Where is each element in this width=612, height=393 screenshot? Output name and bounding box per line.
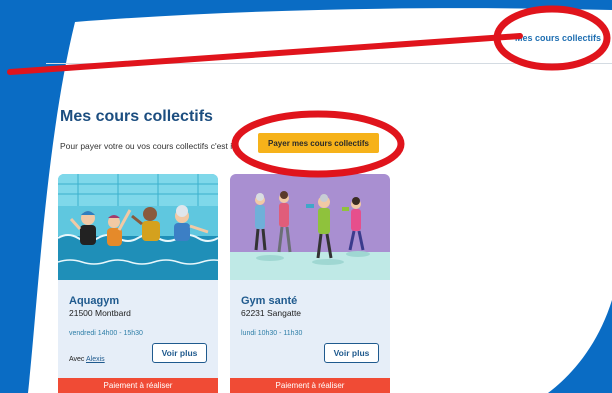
payment-status-bar: Paiement à réaliser — [230, 378, 390, 393]
coach-prefix: Avec — [69, 356, 85, 363]
course-schedule: lundi 10h30 - 11h30 — [241, 330, 303, 337]
aquagym-illustration — [58, 174, 218, 280]
page-title: Mes cours collectifs — [60, 108, 213, 125]
course-title: Gym santé — [241, 295, 298, 307]
nav-link-mes-cours-collectifs[interactable]: Mes cours collectifs — [515, 33, 601, 43]
course-schedule: vendredi 14h00 - 15h30 — [69, 330, 143, 337]
course-coach: Avec Alexis — [69, 356, 105, 363]
course-title: Aquagym — [69, 295, 120, 307]
course-card-aquagym[interactable]: Aquagym 21500 Montbard vendredi 14h00 - … — [58, 174, 218, 393]
course-location: 62231 Sangatte — [241, 308, 302, 318]
payment-status-bar: Paiement à réaliser — [58, 378, 218, 393]
pay-courses-button[interactable]: Payer mes cours collectifs — [258, 133, 379, 153]
intro-text: Pour payer votre ou vos cours collectifs… — [60, 141, 239, 151]
voir-plus-button[interactable]: Voir plus — [324, 343, 379, 363]
course-location: 21500 Montbard — [69, 308, 131, 318]
header-divider — [46, 63, 612, 64]
coach-name-link[interactable]: Alexis — [86, 356, 105, 363]
gym-illustration — [230, 174, 390, 280]
course-card-gym-sante[interactable]: Gym santé 62231 Sangatte lundi 10h30 - 1… — [230, 174, 390, 393]
voir-plus-button[interactable]: Voir plus — [152, 343, 207, 363]
